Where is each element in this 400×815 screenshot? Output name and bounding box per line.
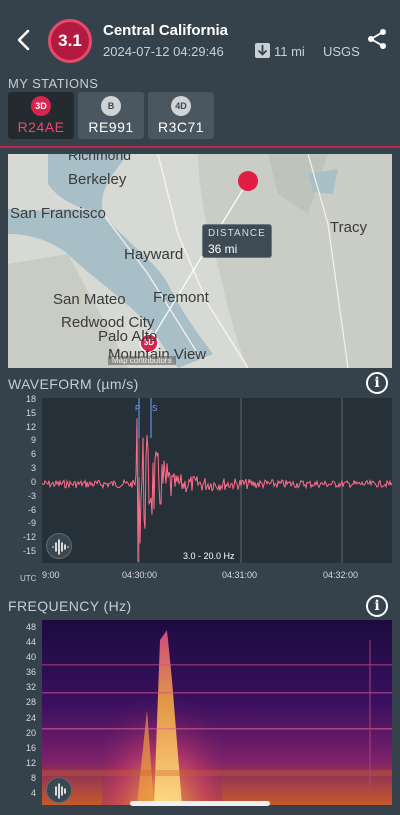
distance-callout-value: 36 mi [208,242,238,256]
waveform-info-icon[interactable]: i [366,372,388,394]
station-name: R3C71 [157,119,205,135]
map-label-tracy: Tracy [330,219,367,236]
y-tick: -12 [22,532,36,543]
map-label-san-francisco: San Francisco [10,205,106,222]
x-tick: 04:31:00 [222,570,258,580]
y-tick: 8 [30,772,36,783]
event-title: Central California [103,22,229,39]
waveform-icon [52,539,69,555]
y-tick: -15 [22,546,36,556]
waveform-icon [55,783,66,799]
map-view[interactable]: 3D Richmond Berkeley San Francisco Haywa… [8,154,392,368]
y-tick: 12 [25,757,36,768]
arrow-down-icon [255,43,270,58]
station-type-badge: 4D [171,96,191,116]
y-tick: 15 [25,407,36,418]
y-tick: -9 [27,518,36,529]
filter-band: 3.0 - 20.0 Hz [180,551,238,561]
frequency-info-icon[interactable]: i [366,595,388,617]
header: 3.1 Central California 2024-07-12 04:29:… [0,0,400,74]
x-tick: 04:30:00 [122,570,158,580]
spectrogram-toggle-button[interactable] [46,777,72,803]
y-tick: -6 [27,504,36,515]
spectrogram-plot [42,620,392,805]
x-tick: 04:32:00 [323,570,359,580]
station-name: R24AE [17,119,65,135]
y-tick: 16 [25,742,36,753]
utc-label: UTC [20,574,37,583]
event-distance: 11 mi [274,44,305,59]
y-tick: 32 [25,682,36,693]
x-tick: 9:00 [42,570,60,580]
share-icon[interactable] [366,28,388,50]
p-wave-label: P [135,404,141,413]
y-tick: 6 [30,449,36,460]
map-attribution[interactable]: Map contributors [108,356,176,365]
section-divider [0,146,400,148]
map-label-berkeley: Berkeley [68,171,127,188]
waveform-plot [41,398,393,563]
y-tick: 20 [25,727,36,738]
event-datetime: 2024-07-12 04:29:46 [103,44,224,59]
map-label-hayward: Hayward [124,246,184,263]
y-tick: 36 [25,667,36,678]
station-tab-re991[interactable]: B RE991 [78,92,144,139]
y-tick: 9 [30,435,36,446]
y-tick: -3 [27,490,36,501]
waveform-toggle-button[interactable] [46,533,72,559]
y-tick: 4 [30,788,36,798]
map-label-palo-alto: Palo Alto [98,328,158,345]
map-canvas [8,154,392,368]
map-label-richmond: Richmond [68,154,132,163]
back-chevron-icon[interactable] [14,28,34,52]
map-label-san-mateo: San Mateo [53,291,126,308]
station-type-badge: 3D [31,96,51,116]
station-tab-r24ae[interactable]: 3D R24AE [8,92,74,139]
spectrogram[interactable] [42,620,392,805]
distance-callout-label: DISTANCE [208,228,266,239]
map-label-fremont: Fremont [153,289,209,306]
y-tick: 0 [30,476,36,487]
y-tick: 40 [25,652,36,663]
stations-label: MY STATIONS [8,76,99,91]
station-name: RE991 [88,119,134,135]
frequency-title: FREQUENCY (Hz) [8,598,132,614]
distance-callout: DISTANCE 36 mi [202,224,272,258]
y-tick: 24 [25,712,36,723]
magnitude-badge: 3.1 [48,19,92,63]
y-tick: 28 [25,697,36,708]
y-tick: 12 [25,421,36,432]
home-indicator[interactable] [130,801,270,806]
station-type-badge: B [101,96,121,116]
station-tab-r3c71[interactable]: 4D R3C71 [148,92,214,139]
y-tick: 44 [25,637,36,648]
y-tick: 3 [30,463,36,474]
waveform-chart[interactable]: P S [41,398,393,563]
waveform-title: WAVEFORM (µm/s) [8,376,139,392]
s-wave-label: S [152,404,158,413]
y-tick: 18 [25,394,36,404]
y-tick: 48 [25,622,36,632]
event-source: USGS [323,44,360,59]
